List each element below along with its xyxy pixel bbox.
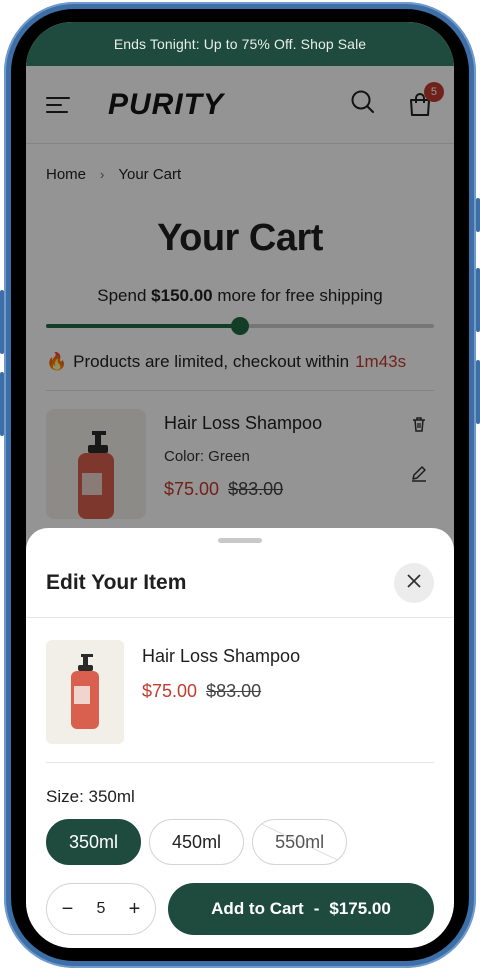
- size-label: Size: 350ml: [46, 787, 135, 806]
- decrease-quantity-button[interactable]: −: [56, 898, 80, 921]
- size-options: 350ml 450ml 550ml: [26, 807, 454, 865]
- announcement-bar[interactable]: Ends Tonight: Up to 75% Off. Shop Sale: [26, 22, 454, 66]
- side-button: [476, 360, 480, 424]
- sheet-title: Edit Your Item: [46, 571, 187, 594]
- side-button: [476, 268, 480, 332]
- side-button: [0, 372, 4, 436]
- close-icon: [407, 573, 421, 593]
- size-option-450ml[interactable]: 450ml: [149, 819, 245, 865]
- product-image: [46, 640, 124, 744]
- sheet-header: Edit Your Item: [26, 543, 454, 603]
- close-button[interactable]: [394, 563, 434, 603]
- edit-item-sheet: Edit Your Item Hair Loss Shampoo $75.00 …: [26, 528, 454, 948]
- add-to-cart-button[interactable]: Add to Cart - $175.00: [168, 883, 434, 935]
- sale-price: $75.00: [142, 681, 198, 701]
- size-option-350ml[interactable]: 350ml: [46, 819, 142, 865]
- increase-quantity-button[interactable]: +: [122, 898, 146, 921]
- quantity-stepper: − 5 +: [46, 883, 156, 935]
- side-button: [0, 290, 4, 354]
- sheet-product-price: $75.00 $83.00: [142, 681, 300, 702]
- original-price: $83.00: [206, 681, 262, 701]
- size-option-550ml[interactable]: 550ml: [252, 819, 348, 865]
- sheet-product-name: Hair Loss Shampoo: [142, 646, 301, 666]
- side-button: [476, 198, 480, 232]
- add-to-cart-total: $175.00: [329, 899, 391, 918]
- sheet-actions: − 5 + Add to Cart - $175.00: [26, 865, 454, 935]
- add-to-cart-label: Add to Cart: [211, 899, 304, 918]
- quantity-value: 5: [96, 900, 106, 917]
- announcement-text: Ends Tonight: Up to 75% Off. Shop Sale: [113, 36, 367, 52]
- add-to-cart-separator: -: [313, 899, 320, 918]
- sheet-product: Hair Loss Shampoo $75.00 $83.00: [26, 618, 454, 744]
- app-screen: Ends Tonight: Up to 75% Off. Shop Sale P…: [26, 22, 454, 948]
- sheet-product-info: Hair Loss Shampoo $75.00 $83.00: [142, 640, 300, 744]
